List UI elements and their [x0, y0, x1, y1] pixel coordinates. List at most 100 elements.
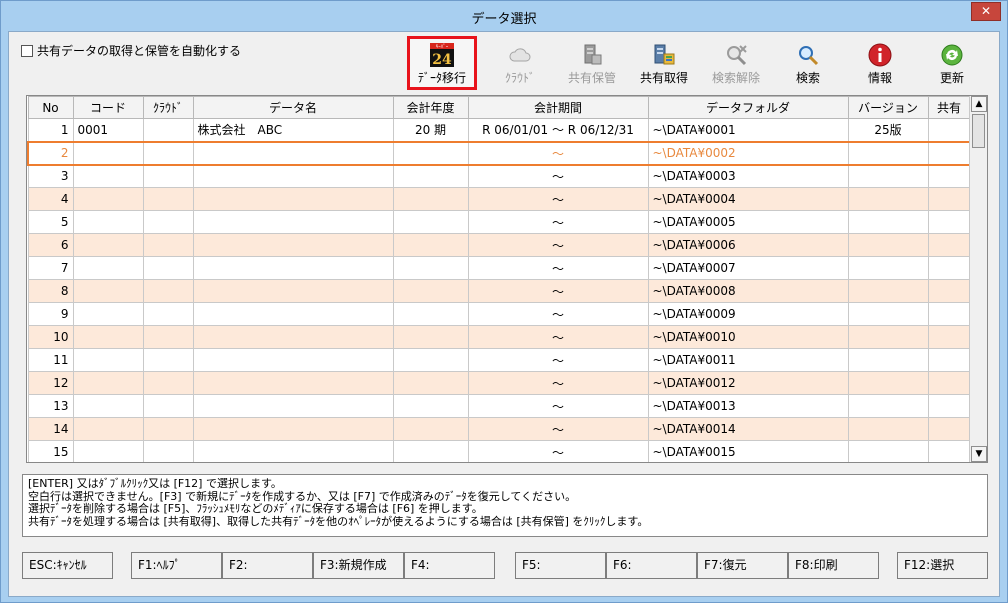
- table-row[interactable]: 6 〜 ~\DATA¥0006: [27, 233, 971, 257]
- cell-cloud: [142, 394, 194, 418]
- cell-data-folder: ~\DATA¥0011: [647, 348, 849, 372]
- cell-code: [72, 394, 144, 418]
- cell-shared: [927, 325, 971, 349]
- cell-data-folder: ~\DATA¥0014: [647, 417, 849, 441]
- scroll-up-arrow-icon[interactable]: ▲: [971, 96, 987, 112]
- column-header-cloud[interactable]: ｸﾗｳﾄﾞ: [142, 96, 194, 119]
- cell-version: [847, 279, 929, 303]
- cell-no: 1: [27, 118, 74, 142]
- cell-cloud: [142, 325, 194, 349]
- shared-fetch-icon: [654, 44, 675, 65]
- column-header-data-folder[interactable]: データフォルダ: [647, 96, 849, 119]
- cell-code: 0001: [72, 118, 144, 142]
- cell-data-name: [192, 348, 394, 372]
- column-header-shared[interactable]: 共有: [927, 96, 971, 119]
- cell-no: 3: [27, 164, 74, 188]
- shared-fetch-button[interactable]: 共有取得: [629, 36, 699, 90]
- cell-fiscal-year: [392, 256, 469, 280]
- table-row[interactable]: 10 〜 ~\DATA¥0010: [27, 325, 971, 349]
- scroll-thumb[interactable]: [972, 114, 985, 148]
- cell-version: [847, 348, 929, 372]
- cell-shared: [927, 417, 971, 441]
- table-row[interactable]: 7 〜 ~\DATA¥0007: [27, 256, 971, 280]
- clear-search-button[interactable]: 検索解除: [701, 36, 771, 90]
- cell-version: [847, 417, 929, 441]
- cell-data-folder: ~\DATA¥0008: [647, 279, 849, 303]
- cell-fiscal-period: 〜: [467, 394, 649, 418]
- auto-sync-option[interactable]: 共有データの取得と保管を自動化する: [21, 42, 241, 59]
- cell-fiscal-year: [392, 325, 469, 349]
- cell-code: [72, 164, 144, 188]
- data-table-container: No コード ｸﾗｳﾄﾞ データ名 会計年度 会計期間 データフォルダ バージョ…: [26, 95, 988, 463]
- info-button[interactable]: 情報: [845, 36, 915, 90]
- cell-data-folder: ~\DATA¥0005: [647, 210, 849, 234]
- table-row[interactable]: 9 〜 ~\DATA¥0009: [27, 302, 971, 326]
- table-row[interactable]: 1 0001 株式会社 ABC 20 期R 06/01/01 〜 R 06/12/31…: [27, 118, 971, 142]
- cell-version: [847, 325, 929, 349]
- cell-fiscal-year: [392, 140, 469, 166]
- cell-data-name: [192, 279, 394, 303]
- search-button[interactable]: 検索: [773, 36, 843, 90]
- shared-storage-button[interactable]: 共有保管: [557, 36, 627, 90]
- cell-data-name: [192, 187, 394, 211]
- table-row[interactable]: 11 〜 ~\DATA¥0011: [27, 348, 971, 372]
- cell-code: [72, 325, 144, 349]
- f1-help-button[interactable]: F1:ﾍﾙﾌﾟ: [131, 552, 222, 579]
- data-migration-button[interactable]: ｷｰﾊﾟｰ 24 ﾃﾞｰﾀ移行: [407, 36, 477, 90]
- cell-data-name: [192, 394, 394, 418]
- cell-code: [72, 440, 144, 462]
- f3-new-button[interactable]: F3:新規作成: [313, 552, 404, 579]
- cell-shared: [927, 279, 971, 303]
- cell-fiscal-period: 〜: [467, 440, 649, 462]
- table-row[interactable]: 8 〜 ~\DATA¥0008: [27, 279, 971, 303]
- clear-search-icon: [727, 45, 747, 66]
- auto-sync-checkbox[interactable]: [21, 44, 33, 57]
- cell-no: 11: [27, 348, 74, 372]
- esc-cancel-button[interactable]: ESC:ｷｬﾝｾﾙ: [22, 552, 113, 579]
- refresh-button[interactable]: 更新: [917, 36, 987, 90]
- f4-button[interactable]: F4:: [404, 552, 495, 579]
- table-row[interactable]: 12 〜 ~\DATA¥0012: [27, 371, 971, 395]
- window-title: データ選択: [471, 12, 537, 27]
- table-row[interactable]: 15 〜 ~\DATA¥0015: [27, 440, 971, 462]
- f6-button[interactable]: F6:: [606, 552, 697, 579]
- table-row[interactable]: 3 〜 ~\DATA¥0003: [27, 164, 971, 188]
- table-row[interactable]: 14 〜 ~\DATA¥0014: [27, 417, 971, 441]
- cloud-button[interactable]: ｸﾗｳﾄﾞ: [485, 36, 555, 90]
- vertical-scrollbar[interactable]: ▲ ▼: [969, 96, 987, 462]
- search-icon: [799, 46, 819, 66]
- f7-restore-button[interactable]: F7:復元: [697, 552, 788, 579]
- f5-button[interactable]: F5:: [515, 552, 606, 579]
- f12-select-button[interactable]: F12:選択: [897, 552, 988, 579]
- close-button[interactable]: ✕: [971, 2, 1001, 21]
- f8-print-button[interactable]: F8:印刷: [788, 552, 879, 579]
- column-header-fiscal-year[interactable]: 会計年度: [392, 96, 469, 119]
- column-header-fiscal-period[interactable]: 会計期間: [467, 96, 649, 119]
- table-row[interactable]: 2 〜 ~\DATA¥0002: [27, 140, 971, 166]
- cell-no: 10: [27, 325, 74, 349]
- column-header-version[interactable]: バージョン: [847, 96, 929, 119]
- column-header-data-name[interactable]: データ名: [192, 96, 394, 119]
- data-migration-24-icon: ｷｰﾊﾟｰ 24: [430, 43, 454, 67]
- scroll-down-arrow-icon[interactable]: ▼: [971, 446, 987, 462]
- refresh-icon: [941, 44, 963, 66]
- cell-version: [847, 233, 929, 257]
- cell-fiscal-period: 〜: [467, 348, 649, 372]
- cell-shared: [927, 440, 971, 462]
- cell-fiscal-year: [392, 187, 469, 211]
- cell-version: [847, 440, 929, 462]
- cell-cloud: [142, 348, 194, 372]
- f2-button[interactable]: F2:: [222, 552, 313, 579]
- data-migration-label: ﾃﾞｰﾀ移行: [417, 71, 466, 85]
- table-row[interactable]: 4 〜 ~\DATA¥0004: [27, 187, 971, 211]
- table-row[interactable]: 5 〜 ~\DATA¥0005: [27, 210, 971, 234]
- table-body: 1 0001 株式会社 ABC 20 期R 06/01/01 〜 R 06/12/31…: [27, 118, 971, 462]
- column-header-no[interactable]: No: [27, 96, 74, 119]
- cell-version: [847, 371, 929, 395]
- column-header-code[interactable]: コード: [72, 96, 144, 119]
- cell-code: [72, 302, 144, 326]
- cell-data-name: [192, 164, 394, 188]
- table-row[interactable]: 13 〜 ~\DATA¥0013: [27, 394, 971, 418]
- cell-fiscal-year: [392, 371, 469, 395]
- cell-shared: [927, 348, 971, 372]
